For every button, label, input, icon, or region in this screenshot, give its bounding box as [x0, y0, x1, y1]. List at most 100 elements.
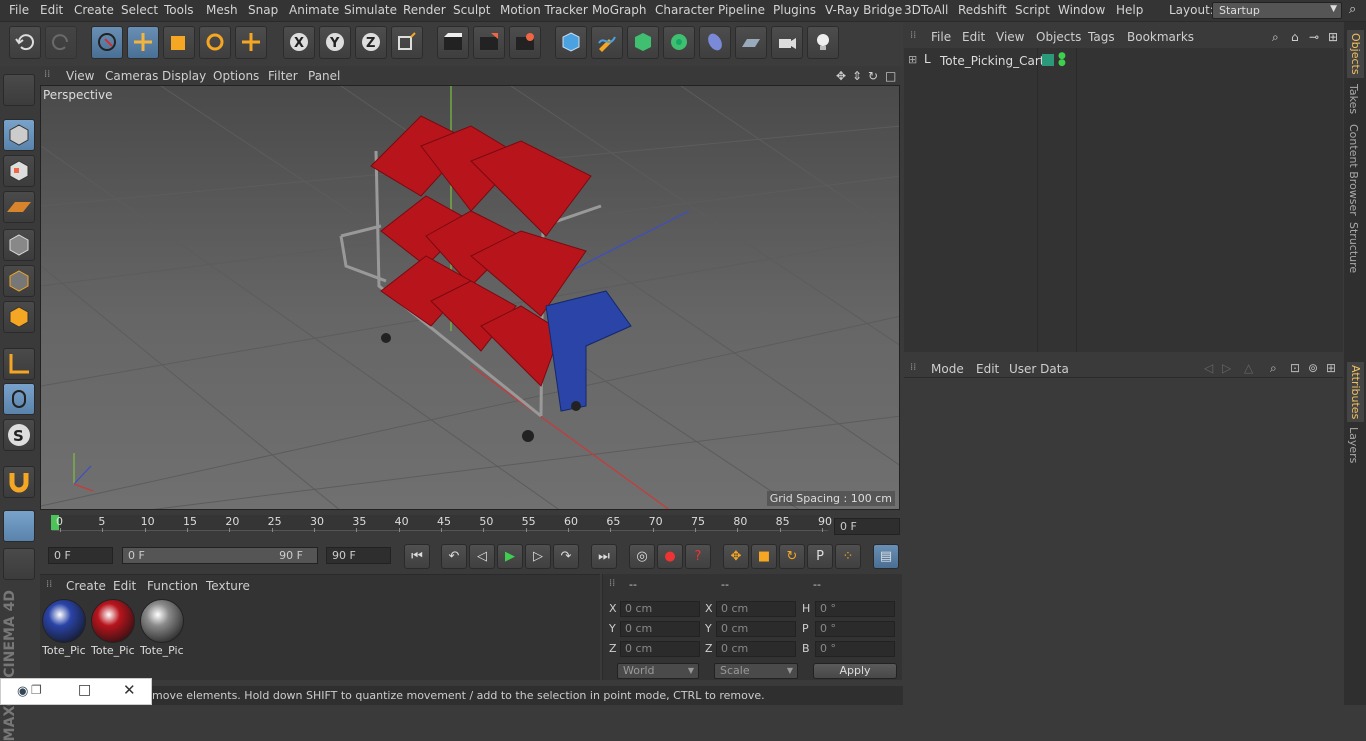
- start-frame-field[interactable]: 0 F: [48, 547, 113, 564]
- make-editable-button[interactable]: [3, 74, 35, 106]
- obj-menu-bookmarks[interactable]: Bookmarks: [1127, 30, 1194, 44]
- layer-color-swatch[interactable]: [1042, 54, 1054, 66]
- menu-render[interactable]: Render: [403, 3, 446, 17]
- next-frame-button[interactable]: ▷: [525, 544, 551, 569]
- viewport-menu-panel[interactable]: Panel: [308, 69, 340, 83]
- viewport-menu-filter[interactable]: Filter: [268, 69, 298, 83]
- workplane-lock-button[interactable]: [3, 510, 35, 542]
- texture-mode-button[interactable]: [3, 155, 35, 187]
- light-button[interactable]: [807, 26, 839, 59]
- prev-frame-button[interactable]: ◁: [469, 544, 495, 569]
- key-scale-button[interactable]: ■: [751, 544, 777, 569]
- menu-mograph[interactable]: MoGraph: [592, 3, 647, 17]
- model-mode-button[interactable]: [3, 119, 35, 151]
- scale-tool[interactable]: [163, 26, 195, 59]
- menu-plugins[interactable]: Plugins: [773, 3, 816, 17]
- menu-select[interactable]: Select: [121, 3, 158, 17]
- menu-snap[interactable]: Snap: [248, 3, 278, 17]
- points-mode-button[interactable]: [3, 229, 35, 261]
- mat-menu-create[interactable]: Create: [66, 579, 106, 593]
- edges-mode-button[interactable]: [3, 265, 35, 297]
- record-keys-button[interactable]: ●: [657, 544, 683, 569]
- prev-keyframe-button[interactable]: ↶: [441, 544, 467, 569]
- autokey-button[interactable]: ?: [685, 544, 711, 569]
- close-icon[interactable]: ✕: [123, 681, 136, 699]
- menu-animate[interactable]: Animate: [289, 3, 339, 17]
- material-swatch[interactable]: Tote_Pic: [140, 599, 184, 657]
- menu-script[interactable]: Script: [1015, 3, 1050, 17]
- rotate-view-icon[interactable]: ↻: [868, 69, 878, 83]
- floor-button[interactable]: [735, 26, 767, 59]
- mat-menu-edit[interactable]: Edit: [113, 579, 136, 593]
- key-position-button[interactable]: ✥: [723, 544, 749, 569]
- up-arrow-icon[interactable]: △: [1244, 361, 1253, 375]
- solo-button[interactable]: S: [3, 419, 35, 451]
- attr-menu-mode[interactable]: Mode: [931, 362, 964, 376]
- transform-tool[interactable]: [235, 26, 267, 59]
- timeline-window-button[interactable]: ▤: [873, 544, 899, 569]
- render-view-button[interactable]: [437, 26, 469, 59]
- menu-help[interactable]: Help: [1116, 3, 1143, 17]
- obj-menu-tags[interactable]: Tags: [1088, 30, 1115, 44]
- menu-3dtoall[interactable]: 3DToAll: [904, 3, 948, 17]
- next-keyframe-button[interactable]: ↷: [553, 544, 579, 569]
- material-swatch[interactable]: Tote_Pic: [42, 599, 86, 657]
- menu-sculpt[interactable]: Sculpt: [453, 3, 490, 17]
- quantize-button[interactable]: [3, 548, 35, 580]
- tab-attributes[interactable]: Attributes: [1347, 362, 1364, 423]
- maximize-view-icon[interactable]: □: [885, 69, 896, 83]
- obj-menu-edit[interactable]: Edit: [962, 30, 985, 44]
- undo-button[interactable]: [9, 26, 41, 59]
- obj-menu-objects[interactable]: Objects: [1036, 30, 1081, 44]
- home-icon[interactable]: ⌂: [1291, 30, 1299, 44]
- viewport[interactable]: Perspective Grid Spacing : 100 cm: [40, 85, 900, 510]
- expand-icon[interactable]: ⊞: [908, 53, 917, 66]
- lock-icon[interactable]: ⊡: [1290, 361, 1300, 375]
- key-rotation-button[interactable]: ↻: [779, 544, 805, 569]
- obj-menu-file[interactable]: File: [931, 30, 951, 44]
- pen-spline-button[interactable]: [591, 26, 623, 59]
- restore-icon[interactable]: ❐: [31, 683, 42, 697]
- obj-menu-view[interactable]: View: [996, 30, 1024, 44]
- search-icon[interactable]: ⌕: [1272, 30, 1279, 45]
- viewport-menu-options[interactable]: Options: [213, 69, 259, 83]
- back-icon[interactable]: ⊸: [1309, 30, 1319, 44]
- object-row[interactable]: ⊞ Ⅼ Tote_Picking_Cart ● ●: [904, 52, 1342, 69]
- frame-range-slider[interactable]: 0 F 90 F: [122, 547, 318, 564]
- mat-menu-texture[interactable]: Texture: [206, 579, 250, 593]
- size-z-field[interactable]: 0 cm: [716, 641, 796, 657]
- rotate-tool[interactable]: [199, 26, 231, 59]
- polygons-mode-button[interactable]: [3, 301, 35, 333]
- layout-dropdown[interactable]: Startup ▼: [1212, 2, 1342, 19]
- viewport-menu-display[interactable]: Display: [162, 69, 206, 83]
- cloner-button[interactable]: [663, 26, 695, 59]
- menu-window[interactable]: Window: [1058, 3, 1105, 17]
- object-name[interactable]: Tote_Picking_Cart: [940, 54, 1045, 68]
- goto-start-button[interactable]: ⏮: [404, 544, 430, 569]
- workplane-mode-button[interactable]: [3, 191, 35, 223]
- tab-takes[interactable]: Takes: [1347, 84, 1360, 114]
- coord-mode-dropdown[interactable]: Scale ▼: [714, 663, 798, 679]
- z-axis-lock[interactable]: Z: [355, 26, 387, 59]
- play-button[interactable]: ▶: [497, 544, 523, 569]
- tab-content-browser[interactable]: Content Browser: [1347, 124, 1360, 216]
- attr-menu-user-data[interactable]: User Data: [1009, 362, 1069, 376]
- menu-file[interactable]: File: [9, 3, 29, 17]
- search-icon[interactable]: ⌕: [1270, 361, 1277, 376]
- subdivision-surface-button[interactable]: [627, 26, 659, 59]
- coord-space-dropdown[interactable]: World ▼: [617, 663, 699, 679]
- cube-object-button[interactable]: [555, 26, 587, 59]
- render-settings-button[interactable]: [509, 26, 541, 59]
- snapping-button[interactable]: [3, 466, 35, 498]
- move-tool[interactable]: [127, 26, 159, 59]
- key-parameter-button[interactable]: P: [807, 544, 833, 569]
- motion-record-button[interactable]: ◎: [629, 544, 655, 569]
- mat-menu-function[interactable]: Function: [147, 579, 198, 593]
- back-arrow-icon[interactable]: ◁: [1204, 361, 1213, 375]
- menu-edit[interactable]: Edit: [40, 3, 63, 17]
- enable-axis-button[interactable]: [3, 348, 35, 380]
- timeline-ruler[interactable]: 0 5 10 15 20 25 30 35 40 45 50 55 60 65 70 75 80 85 90 0 F: [40, 512, 902, 540]
- rotation-p-field[interactable]: 0 °: [815, 621, 895, 637]
- position-z-field[interactable]: 0 cm: [620, 641, 700, 657]
- position-x-field[interactable]: 0 cm: [620, 601, 700, 617]
